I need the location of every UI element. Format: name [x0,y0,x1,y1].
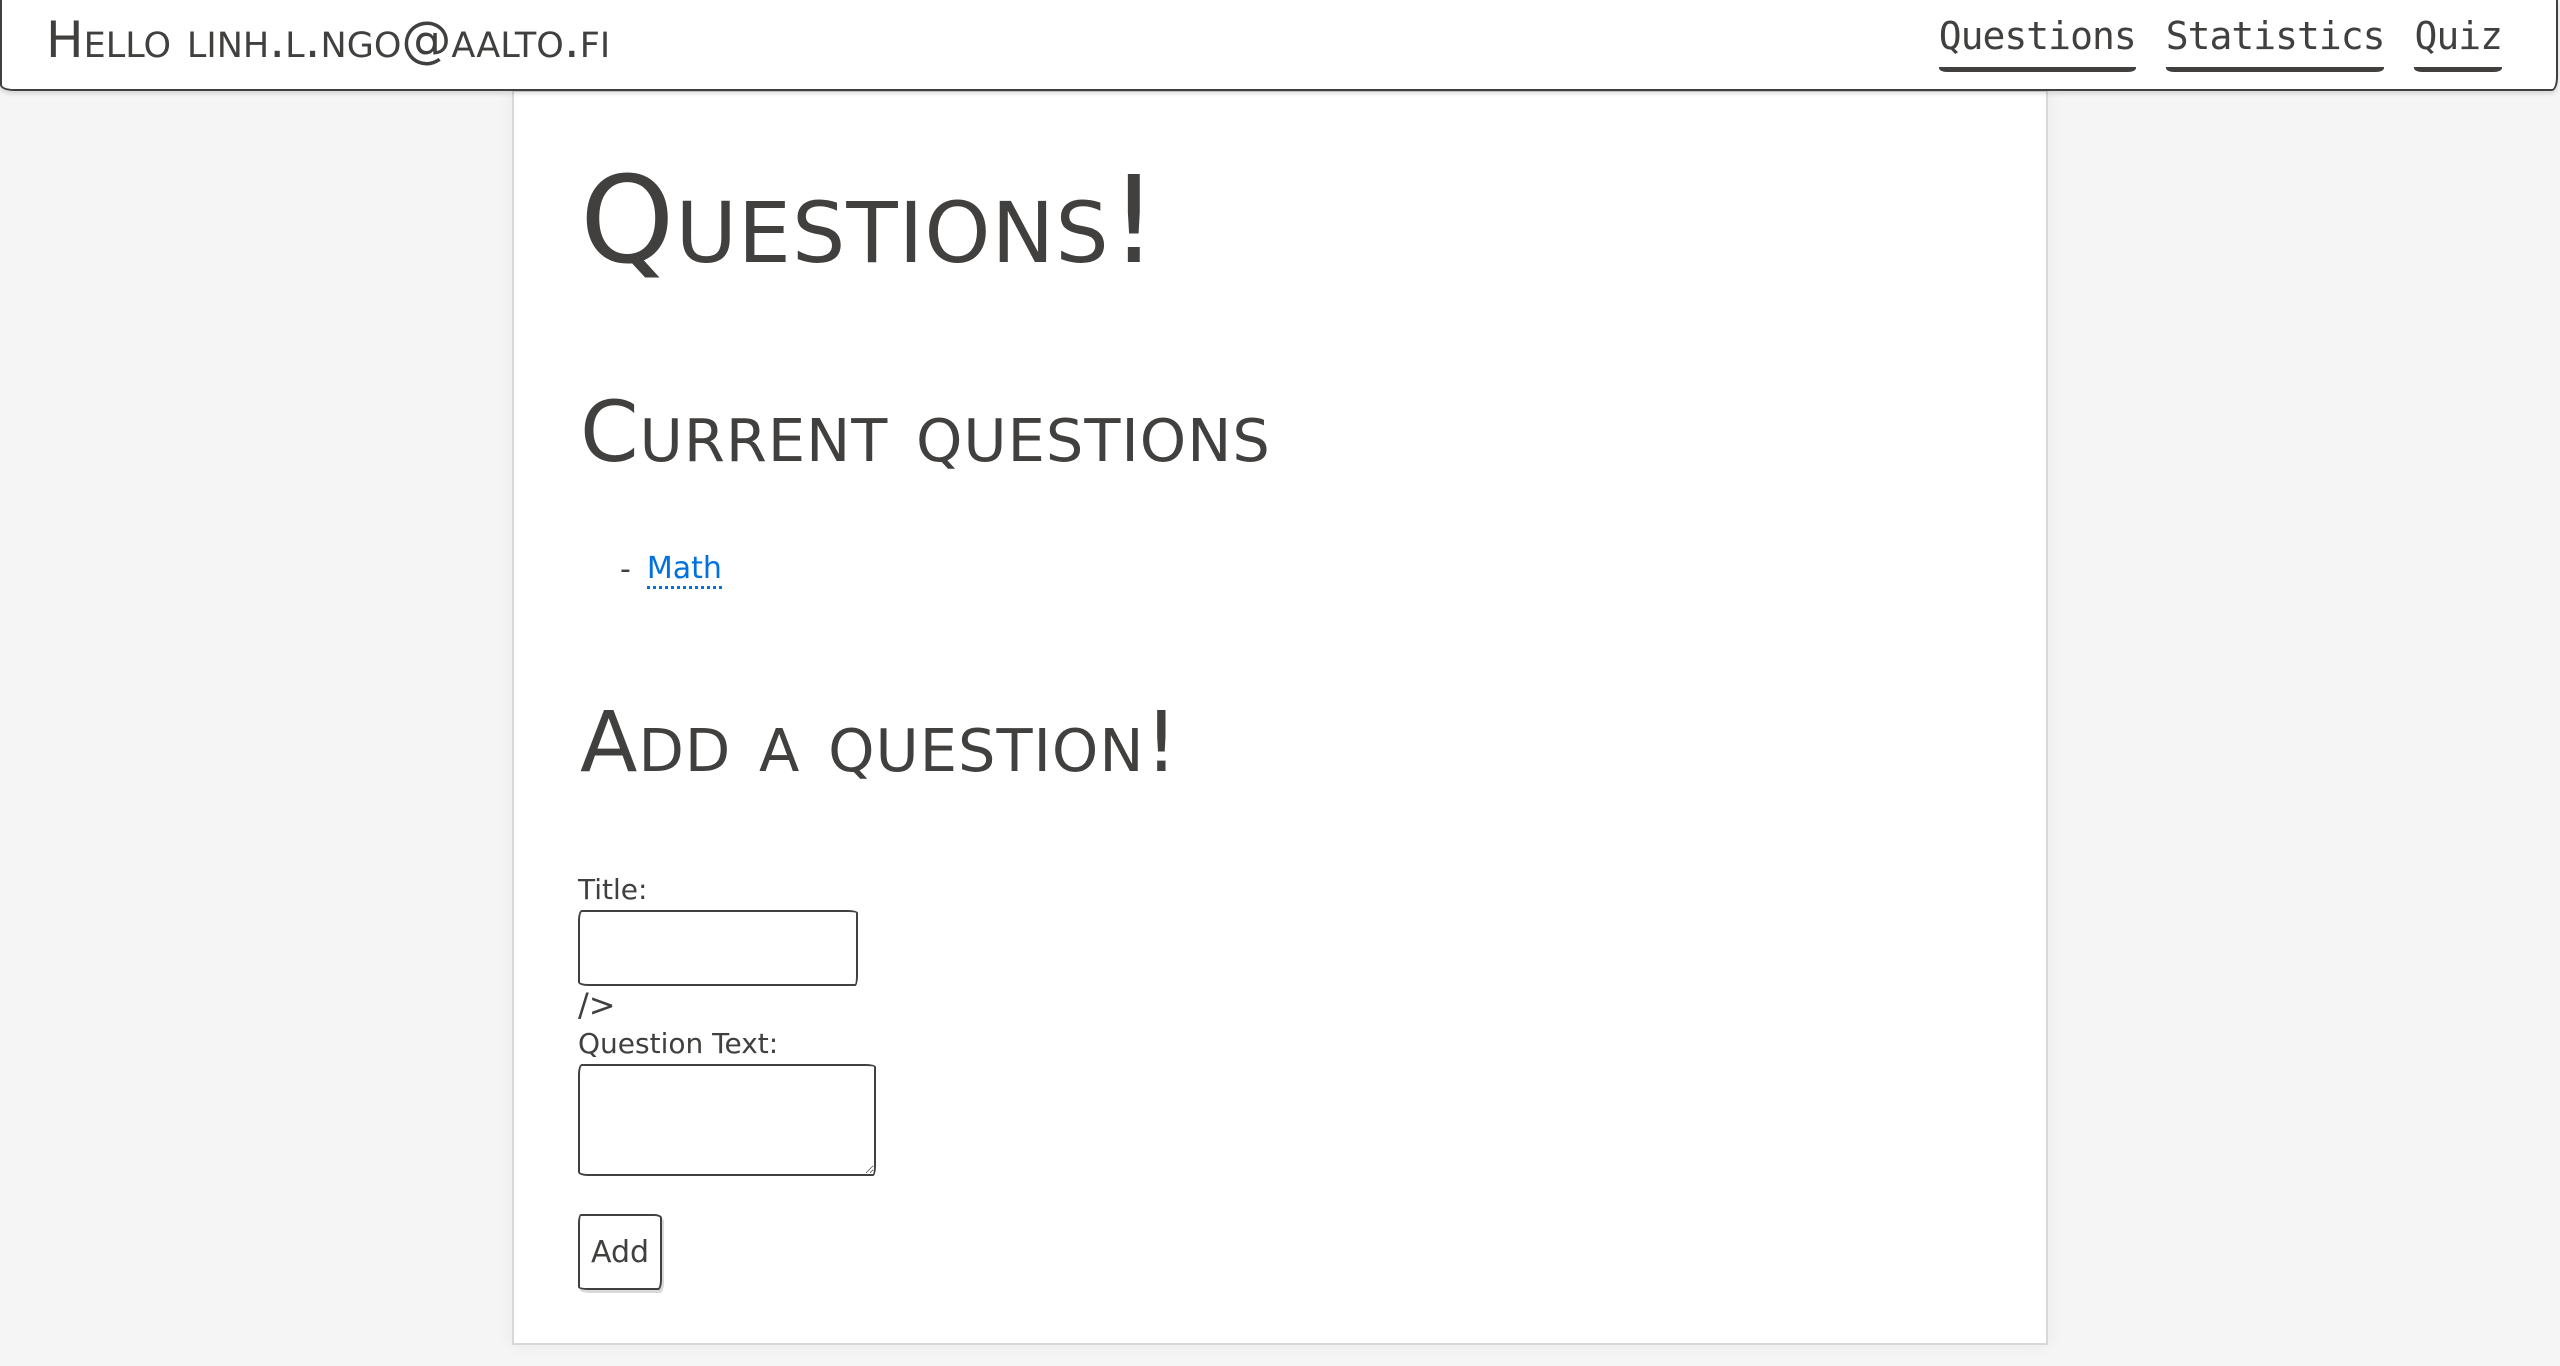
title-input[interactable] [578,910,858,986]
navbar-brand: Hello linh.l.ngo@aalto.fi [46,11,611,69]
question-text-input[interactable] [578,1064,876,1176]
stray-markup-text: /> [578,986,616,1024]
add-question-heading: Add a question! [580,693,1180,791]
add-question-form: Title: /> Question Text: Add [578,872,876,1290]
page-title: Questions! [580,152,1159,291]
nav-link-statistics[interactable]: Statistics [2165,8,2385,72]
nav-links: Questions Statistics Quiz [1938,8,2503,72]
main-card: Questions! Current questions - Math Add … [512,90,2048,1345]
nav-link-quiz[interactable]: Quiz [2414,8,2503,72]
top-navbar: Hello linh.l.ngo@aalto.fi Questions Stat… [0,0,2558,91]
title-label: Title: [578,873,648,906]
nav-link-questions[interactable]: Questions [1938,8,2137,72]
list-bullet: - [620,552,631,587]
question-list: - Math [620,550,722,590]
add-button[interactable]: Add [578,1214,662,1290]
current-questions-heading: Current questions [580,383,1271,481]
question-text-label: Question Text: [578,1027,779,1060]
list-item: - Math [620,550,722,590]
question-link-math[interactable]: Math [646,551,722,589]
